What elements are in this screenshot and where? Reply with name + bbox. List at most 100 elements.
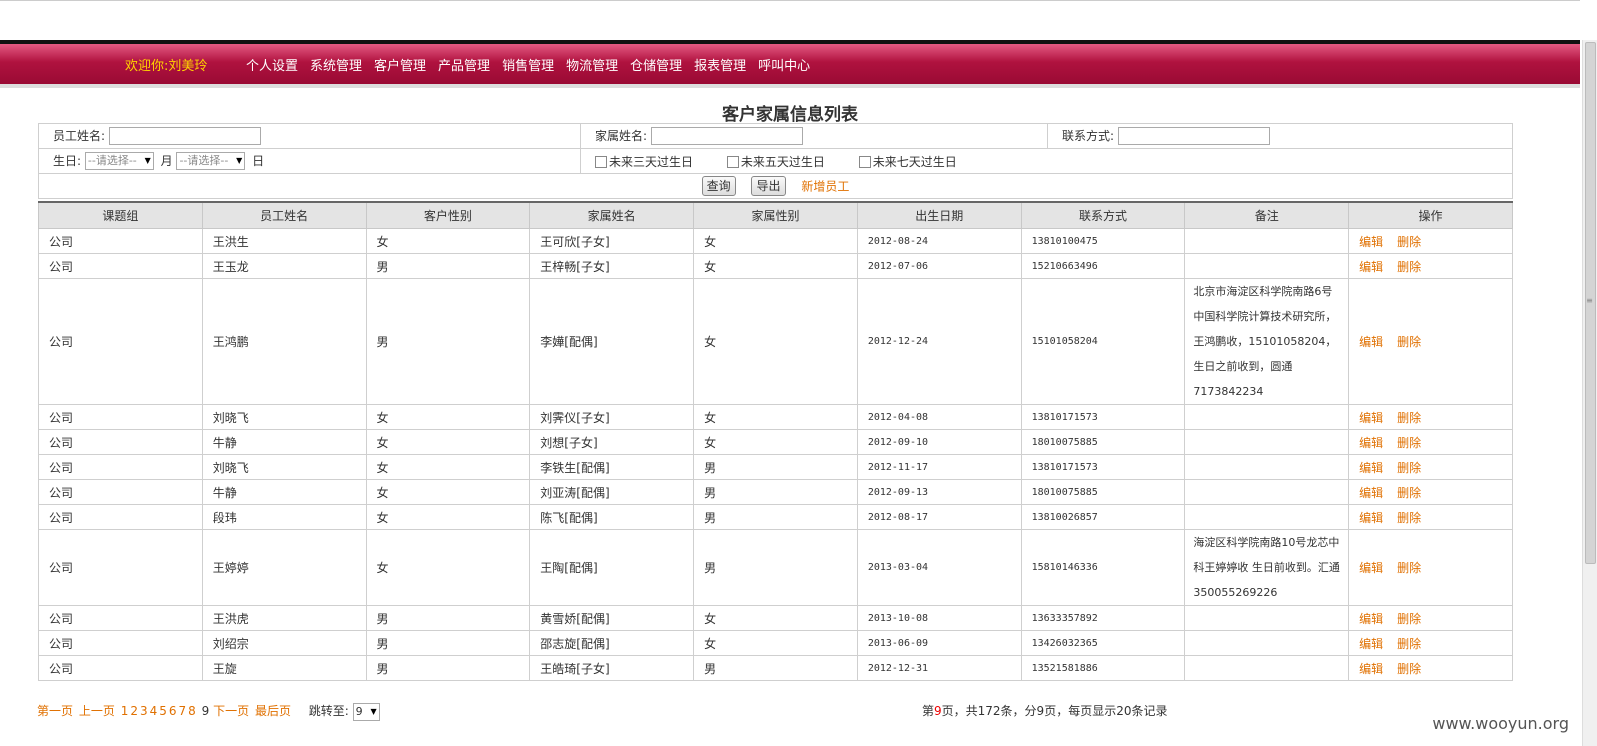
checkbox-7days[interactable] <box>858 156 871 168</box>
page-number-link[interactable]: 5 <box>159 704 167 718</box>
edit-link[interactable]: 编辑 <box>1359 260 1383 274</box>
page-number-link[interactable]: 7 <box>179 704 187 718</box>
table-cell: 2012-07-06 <box>856 253 1022 279</box>
contact-input[interactable] <box>1117 127 1270 146</box>
edit-link[interactable]: 编辑 <box>1359 461 1383 475</box>
edit-link[interactable]: 编辑 <box>1359 511 1383 525</box>
nav-menu-item[interactable]: 产品管理 <box>438 55 490 74</box>
delete-link[interactable]: 删除 <box>1397 561 1421 575</box>
table-cell: 女 <box>365 504 531 530</box>
delete-link[interactable]: 删除 <box>1397 637 1421 651</box>
contact-label: 联系方式: <box>1062 128 1115 143</box>
page-number-link[interactable]: 2 <box>130 704 138 718</box>
page-number-link[interactable]: 1 <box>121 704 129 718</box>
pagination: 第一页 上一页 12345678 9 下一页 最后页 跳转至: 9 <box>37 702 383 721</box>
welcome-label: 欢迎你: <box>125 59 169 74</box>
table-cell: 刘想[子女] <box>529 429 695 455</box>
nav-menu-item[interactable]: 报表管理 <box>694 55 746 74</box>
table-cell <box>1184 454 1350 480</box>
table-cell <box>1184 479 1350 505</box>
nav-menu-item[interactable]: 仓储管理 <box>630 55 682 74</box>
table-cell: 刘亚涛[配偶] <box>529 479 695 505</box>
edit-link[interactable]: 编辑 <box>1359 662 1383 676</box>
page-number-link[interactable]: 6 <box>169 704 177 718</box>
column-header: 客户性别 <box>365 201 531 229</box>
table-cell: 13810100475 <box>1020 228 1186 254</box>
checkbox-5days[interactable] <box>726 156 739 168</box>
nav-menu-item[interactable]: 系统管理 <box>310 55 362 74</box>
page-number-link[interactable]: 4 <box>150 704 158 718</box>
edit-link[interactable]: 编辑 <box>1359 561 1383 575</box>
checkbox-7days-group[interactable]: 未来七天过生日 <box>858 155 957 169</box>
nav-menu-item[interactable]: 销售管理 <box>502 55 554 74</box>
checkbox-3days[interactable] <box>595 156 607 168</box>
employee-name-input[interactable] <box>108 127 261 146</box>
nav-menu-item[interactable]: 呼叫中心 <box>758 55 810 74</box>
nav-menu-item[interactable]: 物流管理 <box>566 55 618 74</box>
edit-link[interactable]: 编辑 <box>1359 411 1383 425</box>
edit-link[interactable]: 编辑 <box>1359 637 1383 651</box>
delete-link[interactable]: 删除 <box>1397 662 1421 676</box>
table-cell: 2012-04-08 <box>856 404 1022 430</box>
page-number-link[interactable]: 8 <box>188 704 196 718</box>
delete-link[interactable]: 删除 <box>1397 612 1421 626</box>
table-cell: 2012-08-17 <box>856 504 1022 530</box>
table-cell: 女 <box>693 404 858 430</box>
edit-link[interactable]: 编辑 <box>1359 612 1383 626</box>
table-cell: 2012-08-24 <box>856 228 1022 254</box>
table-cell: 公司 <box>38 429 203 455</box>
jump-label: 跳转至: <box>308 704 349 718</box>
export-button[interactable]: 导出 <box>751 176 786 196</box>
last-page-link[interactable]: 最后页 <box>255 704 291 718</box>
query-button[interactable]: 查询 <box>701 176 736 196</box>
page-info-current: 9 <box>934 704 942 718</box>
table-row: 公司 王洪虎男黄雪娇[配偶] 女 2013-10-08 13633357892 编辑 删除 <box>38 605 1513 631</box>
edit-link[interactable]: 编辑 <box>1359 436 1383 450</box>
family-name-label: 家属姓名: <box>595 128 648 143</box>
column-header: 联系方式 <box>1020 201 1186 229</box>
family-name-input[interactable] <box>650 127 803 146</box>
delete-link[interactable]: 删除 <box>1397 436 1421 450</box>
table-cell: 15101058204 <box>1020 278 1186 405</box>
nav-menu-item[interactable]: 个人设置 <box>246 55 298 74</box>
table-cell: 2012-11-17 <box>856 454 1022 480</box>
table-cell: 女 <box>365 228 531 254</box>
page-number-link[interactable]: 3 <box>140 704 148 718</box>
row-actions: 编辑 删除 <box>1348 429 1513 455</box>
delete-link[interactable]: 删除 <box>1397 511 1421 525</box>
edit-link[interactable]: 编辑 <box>1359 486 1383 500</box>
table-cell <box>1184 605 1350 631</box>
table-cell: 2013-03-04 <box>856 529 1022 606</box>
checkbox-3days-group[interactable]: 未来三天过生日 <box>595 155 693 169</box>
table-cell: 女 <box>365 529 531 606</box>
edit-link[interactable]: 编辑 <box>1359 235 1383 249</box>
checkbox-5days-group[interactable]: 未来五天过生日 <box>726 155 825 169</box>
first-page-link[interactable]: 第一页 <box>37 704 73 718</box>
add-employee-link[interactable]: 新增员工 <box>801 180 849 194</box>
delete-link[interactable]: 删除 <box>1397 411 1421 425</box>
birthday-month-select[interactable]: --请选择-- <box>84 152 154 171</box>
table-cell: 刘晓飞 <box>201 404 367 430</box>
table-cell: 王洪生 <box>201 228 367 254</box>
prev-page-link[interactable]: 上一页 <box>79 704 115 718</box>
column-header: 家属姓名 <box>529 201 695 229</box>
table-cell: 公司 <box>38 228 203 254</box>
row-actions: 编辑 删除 <box>1348 605 1513 631</box>
birthday-day-select[interactable]: --请选择-- <box>176 152 246 171</box>
delete-link[interactable]: 删除 <box>1397 486 1421 500</box>
table-cell: 18010075885 <box>1020 479 1186 505</box>
edit-link[interactable]: 编辑 <box>1359 335 1383 349</box>
table-cell: 女 <box>365 454 531 480</box>
delete-link[interactable]: 删除 <box>1397 461 1421 475</box>
jump-page-select[interactable]: 9 <box>352 702 380 721</box>
vertical-scrollbar[interactable]: ≡ <box>1582 40 1597 746</box>
delete-link[interactable]: 删除 <box>1397 235 1421 249</box>
table-cell: 陈飞[配偶] <box>529 504 695 530</box>
delete-link[interactable]: 删除 <box>1397 335 1421 349</box>
next-page-link[interactable]: 下一页 <box>213 704 249 718</box>
table-cell: 李铁生[配偶] <box>529 454 695 480</box>
table-cell: 男 <box>693 454 858 480</box>
nav-menu-item[interactable]: 客户管理 <box>374 55 426 74</box>
delete-link[interactable]: 删除 <box>1397 260 1421 274</box>
table-cell: 刘绍宗 <box>201 630 367 656</box>
